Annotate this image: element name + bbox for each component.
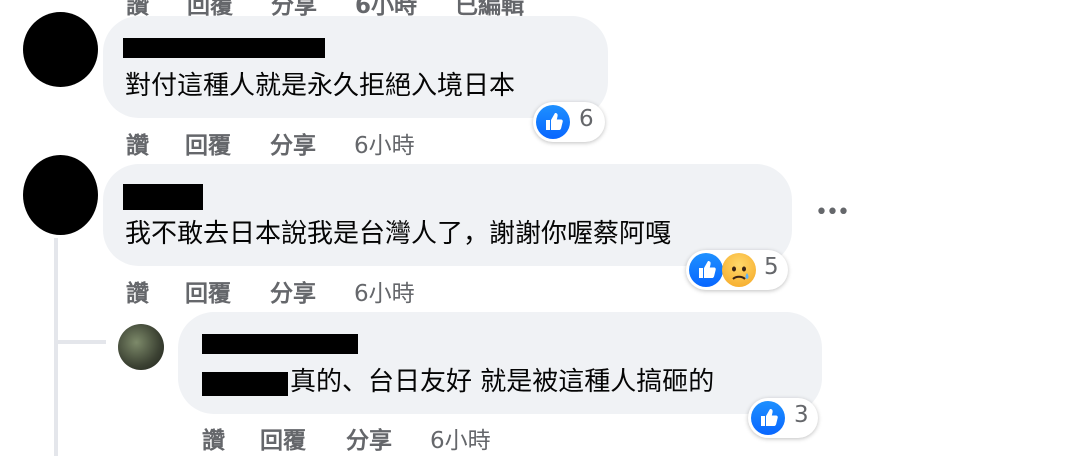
reaction-summary[interactable]: 5 bbox=[686, 250, 788, 290]
comment-text: 對付這種人就是永久拒絕入境日本 bbox=[125, 71, 516, 101]
like-button[interactable]: 讚 bbox=[126, 274, 149, 308]
share-button[interactable]: 分享 bbox=[270, 126, 316, 160]
like-icon bbox=[751, 401, 785, 435]
reaction-summary[interactable]: 3 bbox=[748, 398, 818, 438]
redacted-mention-tag[interactable] bbox=[202, 372, 288, 396]
avatar[interactable] bbox=[23, 155, 98, 235]
redacted-author-name[interactable] bbox=[202, 334, 358, 354]
reaction-count: 5 bbox=[764, 254, 779, 280]
thread-branch bbox=[54, 340, 106, 344]
more-options-icon[interactable]: ••• bbox=[815, 200, 850, 225]
like-icon bbox=[689, 253, 723, 287]
redacted-author-name[interactable] bbox=[123, 38, 325, 58]
redacted-author-name[interactable] bbox=[123, 184, 203, 210]
share-button[interactable]: 分享 bbox=[346, 421, 392, 455]
reaction-summary[interactable]: 6 bbox=[533, 102, 605, 142]
like-button[interactable]: 讚 bbox=[126, 126, 149, 160]
share-button[interactable]: 分享 bbox=[270, 274, 316, 308]
avatar[interactable] bbox=[23, 12, 98, 87]
timestamp[interactable]: 6小時 bbox=[354, 274, 415, 308]
sad-icon bbox=[722, 253, 756, 287]
comment-bubble: 對付這種人就是永久拒絕入境日本 bbox=[103, 16, 608, 118]
reply-button[interactable]: 回覆 bbox=[260, 421, 306, 455]
thread-line bbox=[54, 238, 58, 456]
reply-button[interactable]: 回覆 bbox=[185, 274, 231, 308]
comment-text: 真的、台日友好 就是被這種人搞砸的 bbox=[290, 367, 715, 397]
timestamp[interactable]: 6小時 bbox=[430, 421, 491, 455]
reaction-count: 6 bbox=[579, 106, 594, 132]
reply-button[interactable]: 回覆 bbox=[185, 126, 231, 160]
avatar[interactable] bbox=[118, 324, 164, 370]
comment-bubble: 我不敢去日本說我是台灣人了，謝謝你喔蔡阿嘎 bbox=[103, 164, 792, 266]
like-button[interactable]: 讚 bbox=[202, 421, 225, 455]
reaction-count: 3 bbox=[794, 402, 809, 428]
comment-bubble: 真的、台日友好 就是被這種人搞砸的 bbox=[178, 312, 822, 414]
timestamp[interactable]: 6小時 bbox=[354, 126, 415, 160]
like-icon bbox=[536, 105, 570, 139]
comment-text: 我不敢去日本說我是台灣人了，謝謝你喔蔡阿嘎 bbox=[125, 219, 672, 249]
